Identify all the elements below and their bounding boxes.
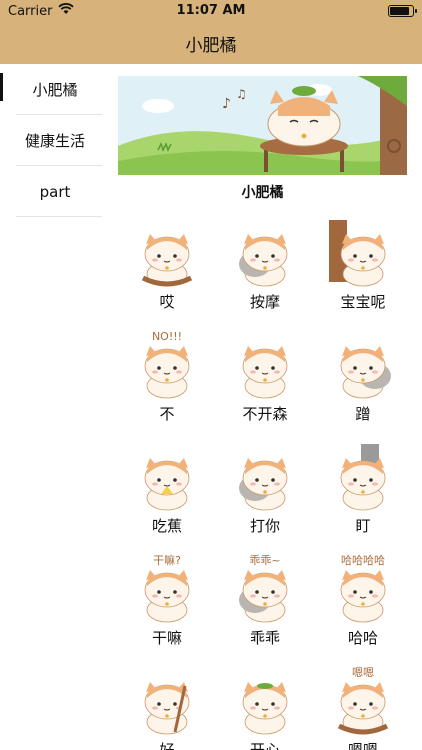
sticker-cell[interactable]: 按摩 [216, 214, 314, 326]
cat-banana-icon [127, 442, 207, 512]
cat-laugh-icon: 哈哈哈哈 [323, 554, 403, 624]
sticker-cell[interactable]: 好 [118, 662, 216, 750]
cat-broom-icon [127, 666, 207, 736]
sidebar-item-healthy-life[interactable]: 健康生活 [0, 115, 110, 166]
sticker-label: 干嘛 [151, 629, 182, 647]
sticker-label: 打你 [249, 517, 280, 535]
sticker-label: 盯 [355, 517, 371, 535]
cat-arms-crossed-icon: NO!!! [127, 330, 207, 400]
sticker-label: 好 [159, 741, 175, 750]
sidebar-item-label: part [39, 182, 71, 201]
nav-title: 小肥橘 [185, 35, 237, 56]
svg-text:NO!!!: NO!!! [152, 330, 182, 343]
sticker-label: 嗯嗯 [347, 741, 378, 750]
banner-image[interactable]: ♪ ♫ [118, 76, 407, 175]
cat-nod-icon: 嗯嗯 [323, 666, 403, 736]
sticker-label: 按摩 [249, 293, 280, 311]
sticker-label: 乖乖 [249, 629, 280, 647]
cat-pat-icon: 乖乖~ [225, 554, 305, 624]
sticker-content: ♪ ♫ 小肥橘 哎 按摩 宝宝呢 NO!!! 不 不开森 蹭吃蕉 打你 盯干嘛? 干嘛 乖乖~ 乖乖 哈… [118, 64, 412, 750]
cat-happy-chair-icon [225, 666, 305, 736]
category-sidebar: 小肥橘 健康生活 part [0, 64, 110, 750]
cat-massage-icon [225, 218, 305, 288]
cat-cuddle-icon [323, 330, 403, 400]
banner-caption: 小肥橘 [241, 185, 284, 201]
sticker-cell[interactable]: 哈哈哈哈 哈哈 [314, 550, 412, 662]
sticker-label: 哎 [159, 293, 175, 311]
svg-text:干嘛?: 干嘛? [153, 554, 181, 567]
sticker-cell[interactable]: 开心 [216, 662, 314, 750]
status-bar: Carrier 11:07 AM [0, 0, 422, 22]
svg-text:♪: ♪ [222, 96, 231, 112]
sticker-label: 蹭 [355, 405, 371, 423]
svg-text:乖乖~: 乖乖~ [249, 554, 280, 567]
divider [16, 216, 102, 217]
battery-icon [388, 5, 417, 17]
sticker-cell[interactable]: 盯 [314, 438, 412, 550]
cat-on-basket-icon [127, 218, 207, 288]
sticker-label: 哈哈 [347, 629, 378, 647]
sidebar-item-label: 健康生活 [24, 132, 85, 150]
sticker-cell[interactable]: 蹭 [314, 326, 412, 438]
sticker-cell[interactable]: 干嘛? 干嘛 [118, 550, 216, 662]
sticker-label: 宝宝呢 [340, 293, 386, 311]
sticker-cell[interactable]: 打你 [216, 438, 314, 550]
sidebar-item-xiaofeiju[interactable]: 小肥橘 [0, 64, 110, 115]
sidebar-item-label: 小肥橘 [32, 81, 78, 99]
sticker-cell[interactable]: 吃蕉 [118, 438, 216, 550]
sticker-cell[interactable]: 宝宝呢 [314, 214, 412, 326]
cat-peek-icon [323, 442, 403, 512]
cat-unhappy-icon [225, 330, 305, 400]
sticker-cell[interactable]: NO!!! 不 [118, 326, 216, 438]
status-time: 11:07 AM [176, 3, 246, 18]
cat-fight-icon [225, 442, 305, 512]
sticker-cell[interactable]: 嗯嗯 嗯嗯 [314, 662, 412, 750]
cat-behind-door-icon [323, 218, 403, 288]
sticker-label: 开心 [249, 741, 280, 750]
navigation-bar: 小肥橘 [0, 22, 422, 64]
sticker-label: 吃蕉 [151, 517, 182, 535]
sticker-label: 不 [159, 405, 175, 423]
sticker-cell[interactable]: 哎 [118, 214, 216, 326]
cat-what-icon: 干嘛? [127, 553, 207, 624]
svg-text:哈哈哈哈: 哈哈哈哈 [341, 554, 385, 567]
svg-text:♫: ♫ [236, 87, 247, 101]
sidebar-item-part[interactable]: part [0, 166, 110, 217]
sticker-cell[interactable]: 乖乖~ 乖乖 [216, 550, 314, 662]
svg-text:嗯嗯: 嗯嗯 [352, 666, 374, 679]
sticker-cell[interactable]: 不开森 [216, 326, 314, 438]
sticker-label: 不开森 [242, 405, 288, 423]
